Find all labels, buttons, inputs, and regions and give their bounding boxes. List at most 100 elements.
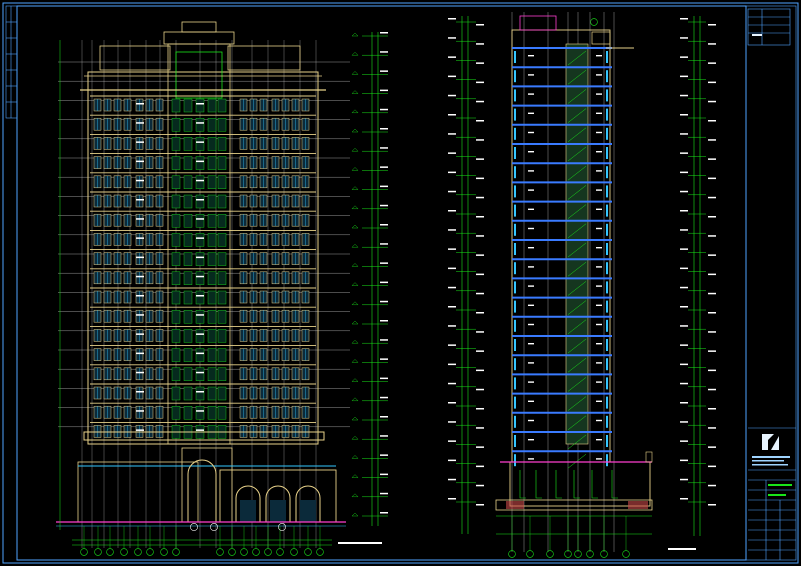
room-tag bbox=[528, 189, 534, 191]
room-tag bbox=[596, 266, 602, 268]
level-tag bbox=[708, 292, 716, 295]
level-tag bbox=[448, 248, 456, 250]
level-tag bbox=[448, 133, 456, 135]
level-marker bbox=[351, 167, 359, 171]
level-dimension-column bbox=[680, 16, 716, 536]
arch-opening bbox=[270, 500, 286, 522]
axis-bubble bbox=[316, 548, 324, 556]
room-tag bbox=[596, 381, 602, 383]
level-marker bbox=[351, 224, 359, 229]
level-marker bbox=[351, 263, 359, 267]
level-marker bbox=[351, 397, 359, 401]
level-tag bbox=[708, 216, 716, 218]
level-tag bbox=[680, 325, 688, 327]
floor-tag bbox=[136, 122, 144, 124]
level-tag bbox=[380, 492, 388, 495]
room-tag bbox=[528, 439, 534, 441]
arch-opening bbox=[300, 500, 316, 522]
floor-tag bbox=[196, 199, 204, 201]
level-tag bbox=[380, 358, 388, 360]
cut-window bbox=[514, 89, 516, 102]
level-tag bbox=[448, 286, 456, 289]
room-tag bbox=[528, 93, 534, 95]
level-tag bbox=[708, 350, 716, 352]
room-tag bbox=[596, 343, 602, 345]
level-tag bbox=[708, 43, 716, 45]
core-window bbox=[183, 271, 193, 285]
level-tag bbox=[708, 254, 716, 256]
core-window bbox=[217, 310, 227, 324]
core-window bbox=[207, 348, 217, 362]
detail-bubble bbox=[190, 523, 198, 531]
cut-window bbox=[514, 435, 516, 447]
core-window bbox=[207, 252, 217, 266]
axis-bubble bbox=[290, 548, 298, 556]
axis-bubble bbox=[216, 548, 224, 556]
institute-logo-icon bbox=[762, 434, 779, 450]
cut-window bbox=[514, 51, 516, 63]
podium-parapet bbox=[645, 451, 653, 463]
roof-feature bbox=[175, 51, 223, 99]
core-window bbox=[217, 194, 227, 209]
level-tag bbox=[680, 440, 688, 442]
level-tag bbox=[708, 81, 716, 84]
cut-window bbox=[514, 377, 516, 390]
level-tag bbox=[380, 435, 388, 437]
level-tag bbox=[680, 267, 688, 270]
floor-tag bbox=[136, 352, 144, 355]
core-window bbox=[183, 367, 193, 381]
core-window bbox=[195, 386, 205, 401]
cut-window bbox=[514, 185, 516, 198]
axis-bubble bbox=[94, 548, 102, 556]
level-tag bbox=[448, 402, 456, 404]
core-window bbox=[171, 367, 181, 381]
cad-drawing-sheet bbox=[2, 2, 799, 564]
core-window bbox=[183, 213, 193, 228]
floor-tag bbox=[196, 371, 204, 374]
core-window bbox=[183, 406, 193, 420]
floor-tag bbox=[136, 391, 144, 393]
level-tag bbox=[680, 248, 688, 250]
view-title-underline bbox=[668, 548, 696, 550]
detail-bubble bbox=[278, 523, 286, 531]
axis-bubble bbox=[120, 548, 128, 556]
level-tag bbox=[708, 62, 716, 64]
level-tag bbox=[380, 473, 388, 476]
level-tag bbox=[380, 70, 388, 72]
floor-tag bbox=[136, 333, 144, 335]
core-window bbox=[207, 233, 217, 247]
crown-parapet bbox=[163, 31, 235, 45]
level-tag bbox=[476, 504, 484, 506]
level-tag bbox=[680, 344, 688, 346]
level-tag bbox=[680, 94, 688, 97]
level-tag bbox=[448, 306, 456, 308]
foundation-mark bbox=[573, 470, 580, 499]
level-tag bbox=[680, 37, 688, 39]
level-tag bbox=[708, 331, 716, 333]
core-window bbox=[183, 98, 193, 113]
room-tag bbox=[528, 285, 534, 287]
core-window bbox=[207, 310, 217, 324]
cut-window bbox=[514, 339, 516, 351]
foundation-mark bbox=[535, 470, 542, 499]
level-marker bbox=[351, 493, 359, 497]
core-window bbox=[195, 348, 205, 362]
podium-left bbox=[77, 461, 199, 523]
level-tag bbox=[476, 408, 484, 410]
axis-bubble bbox=[80, 548, 88, 556]
level-tag bbox=[476, 388, 484, 391]
level-tag bbox=[680, 152, 688, 154]
level-tag bbox=[476, 196, 484, 199]
level-marker bbox=[351, 282, 359, 286]
building-section bbox=[448, 12, 696, 558]
room-tag bbox=[528, 419, 534, 422]
level-tag bbox=[380, 377, 388, 380]
foundation-mark bbox=[611, 470, 618, 499]
floor-tag bbox=[196, 218, 204, 220]
level-tag bbox=[448, 421, 456, 423]
core-window bbox=[207, 406, 217, 420]
level-tag bbox=[380, 166, 388, 168]
cut-window bbox=[606, 243, 608, 255]
level-tag bbox=[476, 235, 484, 237]
core-window bbox=[195, 406, 205, 420]
